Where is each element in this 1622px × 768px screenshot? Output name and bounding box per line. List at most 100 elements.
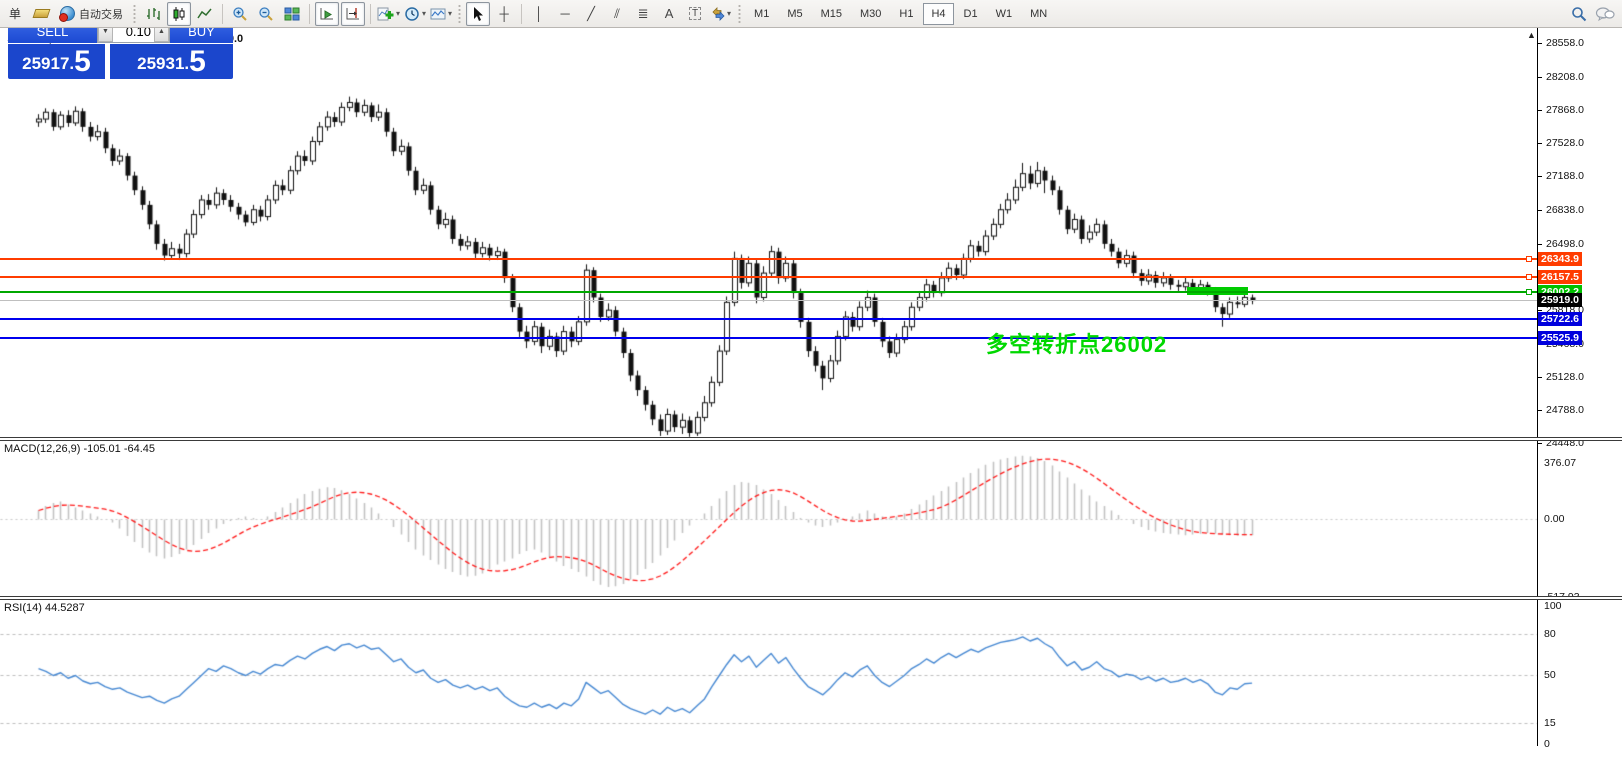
toolbar-right-group: [1566, 2, 1618, 26]
timeframe-button-h4[interactable]: H4: [923, 3, 953, 25]
sell-price-display[interactable]: 25917.5: [8, 44, 105, 79]
candlestick-chart-type-button[interactable]: [167, 2, 191, 26]
rsi-axis-label: 50: [1544, 669, 1556, 681]
price-axis-tick-label: 24788.0: [1546, 404, 1584, 416]
gold-symbol-button[interactable]: [29, 2, 53, 26]
indicators-icon: [377, 6, 394, 22]
timeframe-button-m1[interactable]: M1: [746, 3, 777, 25]
buy-price-display[interactable]: 25931.5: [110, 44, 233, 79]
search-button[interactable]: [1567, 2, 1591, 26]
tile-windows-button[interactable]: [280, 2, 304, 26]
templates-icon: [430, 6, 446, 22]
timeframe-button-m30[interactable]: M30: [852, 3, 889, 25]
price-axis-tick-label: 28558.0: [1546, 37, 1584, 49]
periods-button[interactable]: ▾: [403, 2, 427, 26]
gold-ingot-icon: [32, 9, 50, 18]
line-endpoint-handle[interactable]: [1526, 274, 1532, 280]
buy-price-pip: 5: [189, 47, 206, 77]
new-order-button-partial[interactable]: 单: [3, 2, 27, 26]
rsi-axis-label: 0: [1544, 738, 1550, 750]
arrows-tool-button[interactable]: ▾: [709, 2, 733, 26]
chart-shift-icon: [345, 6, 361, 22]
price-line-tag: 25525.9: [1538, 331, 1582, 345]
toolbar: 单 自动交易: [0, 0, 1622, 28]
line-endpoint-handle[interactable]: [1526, 289, 1532, 295]
horizontal-line-object[interactable]: [0, 276, 1537, 278]
chart-shift-button[interactable]: [341, 2, 365, 26]
toolbar-grip: [457, 3, 462, 25]
auto-scroll-button[interactable]: [315, 2, 339, 26]
fibonacci-icon: ≣: [638, 6, 649, 22]
templates-button[interactable]: ▾: [429, 2, 453, 26]
text-label-tool-button[interactable]: T: [683, 2, 707, 26]
indicators-button[interactable]: ▾: [376, 2, 401, 26]
autotrading-button[interactable]: 自动交易: [55, 2, 128, 26]
timeframe-button-m5[interactable]: M5: [779, 3, 810, 25]
channel-tool-button[interactable]: ⫽: [605, 2, 629, 26]
vertical-line-tool-button[interactable]: │: [527, 2, 551, 26]
chart-area: ▲ HK50-,H4 25891.0 25922.5 25838.5 25919…: [0, 28, 1622, 768]
toolbar-grip: [132, 3, 137, 25]
trendline-icon: ╱: [587, 6, 595, 22]
timeframe-button-mn[interactable]: MN: [1022, 3, 1055, 25]
search-icon: [1571, 6, 1587, 22]
zoom-in-button[interactable]: [228, 2, 252, 26]
price-line-tag: 26157.5: [1538, 270, 1582, 284]
trendline-tool-button[interactable]: ╱: [579, 2, 603, 26]
autotrading-icon: [60, 6, 75, 21]
crosshair-tool-button[interactable]: ┼: [492, 2, 516, 26]
current-price-line[interactable]: [0, 300, 1537, 301]
templates-dropdown-arrow[interactable]: ▾: [448, 9, 452, 18]
toolbar-separator: [370, 4, 371, 24]
periods-dropdown-arrow[interactable]: ▾: [422, 9, 426, 18]
autotrading-label: 自动交易: [79, 6, 123, 22]
line-chart-type-button[interactable]: [193, 2, 217, 26]
fibonacci-tool-button[interactable]: ≣: [631, 2, 655, 26]
rsi-panel-splitter[interactable]: [0, 596, 1622, 600]
axis-scroll-up-icon[interactable]: ▲: [1527, 30, 1536, 40]
timeframe-button-h1[interactable]: H1: [891, 3, 921, 25]
macd-axis-label: 0.00: [1544, 513, 1564, 525]
macd-panel-splitter[interactable]: [0, 437, 1622, 441]
price-line-tag: 25919.0: [1538, 293, 1582, 307]
horizontal-line-icon: ─: [560, 6, 569, 21]
horizontal-line-tool-button[interactable]: ─: [553, 2, 577, 26]
crosshair-icon: ┼: [499, 6, 508, 21]
horizontal-line-object[interactable]: [0, 337, 1537, 339]
zoom-out-icon: [258, 6, 274, 22]
macd-indicator-label: MACD(12,26,9) -105.01 -64.45: [4, 443, 155, 455]
horizontal-line-object[interactable]: [0, 318, 1537, 320]
rsi-axis-label: 15: [1544, 717, 1556, 729]
price-axis-tick-label: 26838.0: [1546, 204, 1584, 216]
price-line-tag: 26343.9: [1538, 252, 1582, 266]
zoom-out-button[interactable]: [254, 2, 278, 26]
text-tool-button[interactable]: A: [657, 2, 681, 26]
toolbar-separator: [521, 4, 522, 24]
macd-axis-label: 376.07: [1544, 457, 1576, 469]
indicators-dropdown-arrow[interactable]: ▾: [396, 9, 400, 18]
cursor-icon: [470, 6, 486, 22]
text-label-icon: T: [689, 7, 701, 20]
price-chart-canvas[interactable]: [0, 28, 1537, 768]
chart-annotation-text[interactable]: 多空转折点26002: [986, 327, 1167, 359]
timeframe-button-w1[interactable]: W1: [988, 3, 1021, 25]
sell-price-main: 25917: [22, 51, 69, 77]
line-endpoint-handle[interactable]: [1526, 256, 1532, 262]
arrows-dropdown-arrow[interactable]: ▾: [727, 9, 731, 18]
price-axis-tick-label: 26498.0: [1546, 238, 1584, 250]
timeframe-button-m15[interactable]: M15: [813, 3, 850, 25]
equidistant-channel-icon: ⫽: [614, 6, 620, 22]
cursor-tool-button[interactable]: [466, 2, 490, 26]
auto-scroll-icon: [319, 6, 335, 22]
line-chart-icon: [197, 6, 213, 22]
horizontal-line-object[interactable]: [0, 291, 1537, 293]
price-axis-tick-label: 28208.0: [1546, 71, 1584, 83]
trading-terminal-window: 单 自动交易: [0, 0, 1622, 768]
horizontal-line-object[interactable]: [0, 258, 1537, 260]
vertical-line-icon: │: [535, 6, 543, 21]
chat-button[interactable]: [1593, 2, 1617, 26]
text-icon: A: [665, 6, 674, 21]
timeframe-button-d1[interactable]: D1: [956, 3, 986, 25]
tile-windows-icon: [284, 6, 300, 22]
bar-chart-type-button[interactable]: [141, 2, 165, 26]
